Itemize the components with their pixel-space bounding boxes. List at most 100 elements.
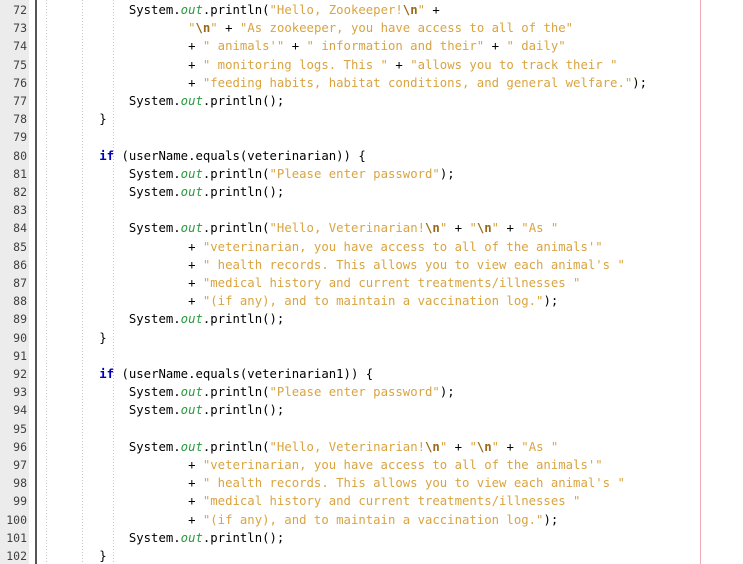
- code-line[interactable]: if (userName.equals(veterinarian1)) {: [40, 365, 373, 383]
- token-string: "Hello, Veterinarian!: [269, 439, 426, 454]
- code-line[interactable]: "\n" + "As zookeeper, you have access to…: [40, 19, 573, 37]
- token-plain: );: [543, 512, 559, 527]
- token-string: "As zookeeper, you have access to all of…: [239, 21, 574, 36]
- token-string: ": [469, 439, 477, 454]
- token-string: "As ": [521, 221, 559, 236]
- code-line[interactable]: System.out.println();: [40, 529, 285, 547]
- code-line[interactable]: System.out.println("Hello, Zookeeper!\n"…: [40, 1, 440, 19]
- code-editor[interactable]: System.out.println("Hello, Zookeeper!\n"…: [0, 0, 743, 564]
- code-line[interactable]: System.out.println();: [40, 401, 285, 419]
- token-plain: +: [40, 57, 203, 72]
- token-string: "(if any), and to maintain a vaccination…: [202, 294, 544, 309]
- code-line[interactable]: + " health records. This allows you to v…: [40, 474, 625, 492]
- token-plain: }: [40, 330, 107, 345]
- token-plain: +: [40, 239, 203, 254]
- token-plain: System.: [40, 385, 181, 400]
- token-string: "veterinarian, you have access to all of…: [202, 239, 603, 254]
- token-plain: +: [40, 458, 203, 472]
- token-plain: System.: [40, 3, 181, 17]
- token-plain: +: [447, 221, 470, 236]
- code-line[interactable]: + "feeding habits, habitat conditions, a…: [40, 74, 647, 92]
- token-plain: System.: [40, 166, 181, 181]
- code-line[interactable]: + "veterinarian, you have access to all …: [40, 456, 603, 474]
- token-string: "As ": [521, 439, 559, 454]
- token-string: "Please enter password": [269, 166, 440, 181]
- token-plain: );: [439, 385, 455, 400]
- token-string: ": [417, 3, 426, 17]
- token-escape: \n: [425, 221, 440, 236]
- token-plain: System.: [40, 530, 181, 545]
- token-plain: }: [40, 112, 107, 127]
- code-line[interactable]: System.out.println("Please enter passwor…: [40, 165, 455, 183]
- token-plain: .println();: [202, 94, 285, 108]
- token-plain: +: [40, 476, 203, 491]
- code-line[interactable]: System.out.println("Hello, Veterinarian!…: [40, 438, 559, 456]
- token-field: out: [180, 403, 203, 418]
- code-line[interactable]: + " monitoring logs. This " + "allows yo…: [40, 56, 617, 74]
- token-field: out: [180, 166, 203, 181]
- token-plain: .println(: [202, 439, 270, 454]
- token-plain: }: [40, 549, 107, 563]
- code-line[interactable]: if (userName.equals(veterinarian)) {: [40, 147, 366, 165]
- token-plain: +: [40, 257, 203, 272]
- token-plain: .println();: [202, 403, 285, 418]
- code-line[interactable]: System.out.println();: [40, 183, 285, 201]
- token-escape: \n: [425, 439, 440, 454]
- token-plain: (userName.equals(veterinarian)) {: [114, 148, 366, 163]
- token-string: " animals'": [202, 39, 285, 54]
- token-plain: +: [484, 39, 507, 54]
- token-plain: +: [447, 439, 470, 454]
- token-string: "veterinarian, you have access to all of…: [202, 458, 603, 472]
- token-plain: +: [40, 39, 203, 54]
- token-plain: System.: [40, 94, 181, 108]
- code-line[interactable]: }: [40, 547, 107, 564]
- token-plain: );: [632, 75, 648, 90]
- token-field: out: [180, 185, 203, 199]
- code-line[interactable]: + " health records. This allows you to v…: [40, 256, 625, 274]
- token-string: " monitoring logs. This ": [202, 57, 388, 72]
- code-line[interactable]: System.out.println();: [40, 92, 285, 110]
- token-plain: System.: [40, 185, 181, 199]
- token-string: "Please enter password": [269, 385, 440, 400]
- token-plain: System.: [40, 403, 181, 418]
- token-escape: \n: [195, 21, 211, 36]
- token-plain: +: [40, 75, 203, 90]
- token-string: ": [210, 21, 218, 36]
- code-line[interactable]: + "(if any), and to maintain a vaccinati…: [40, 511, 558, 529]
- token-plain: +: [40, 512, 203, 527]
- code-line[interactable]: }: [40, 110, 107, 128]
- code-line[interactable]: + "(if any), and to maintain a vaccinati…: [40, 292, 558, 310]
- code-line[interactable]: + " animals'" + " information and their"…: [40, 37, 566, 55]
- token-plain: +: [284, 39, 307, 54]
- token-plain: +: [499, 221, 522, 236]
- token-string: "medical history and current treatments/…: [202, 276, 581, 290]
- token-string: ": [491, 221, 500, 236]
- token-escape: \n: [402, 3, 418, 17]
- token-field: out: [180, 312, 203, 327]
- token-string: "feeding habits, habitat conditions, and…: [202, 75, 633, 90]
- code-text-area[interactable]: System.out.println("Hello, Zookeeper!\n"…: [0, 0, 743, 564]
- code-line[interactable]: + "medical history and current treatment…: [40, 274, 580, 292]
- token-plain: +: [387, 57, 411, 72]
- token-keyword: if: [99, 367, 115, 381]
- code-line[interactable]: + "medical history and current treatment…: [40, 492, 580, 510]
- token-plain: System.: [40, 439, 181, 454]
- token-string: ": [469, 221, 477, 236]
- token-plain: System.: [40, 221, 181, 236]
- code-line[interactable]: + "veterinarian, you have access to all …: [40, 238, 603, 256]
- code-line[interactable]: System.out.println("Hello, Veterinarian!…: [40, 219, 559, 237]
- token-plain: System.: [40, 312, 181, 327]
- token-string: " daily": [506, 39, 566, 54]
- token-plain: (userName.equals(veterinarian1)) {: [114, 367, 374, 381]
- token-field: out: [180, 439, 203, 454]
- code-line[interactable]: System.out.println("Please enter passwor…: [40, 383, 455, 401]
- token-plain: +: [40, 294, 203, 309]
- token-plain: +: [40, 494, 203, 509]
- code-line[interactable]: System.out.println();: [40, 310, 285, 328]
- token-field: out: [180, 530, 203, 545]
- code-line[interactable]: }: [40, 329, 107, 347]
- token-string: "(if any), and to maintain a vaccination…: [202, 512, 544, 527]
- token-escape: \n: [476, 221, 492, 236]
